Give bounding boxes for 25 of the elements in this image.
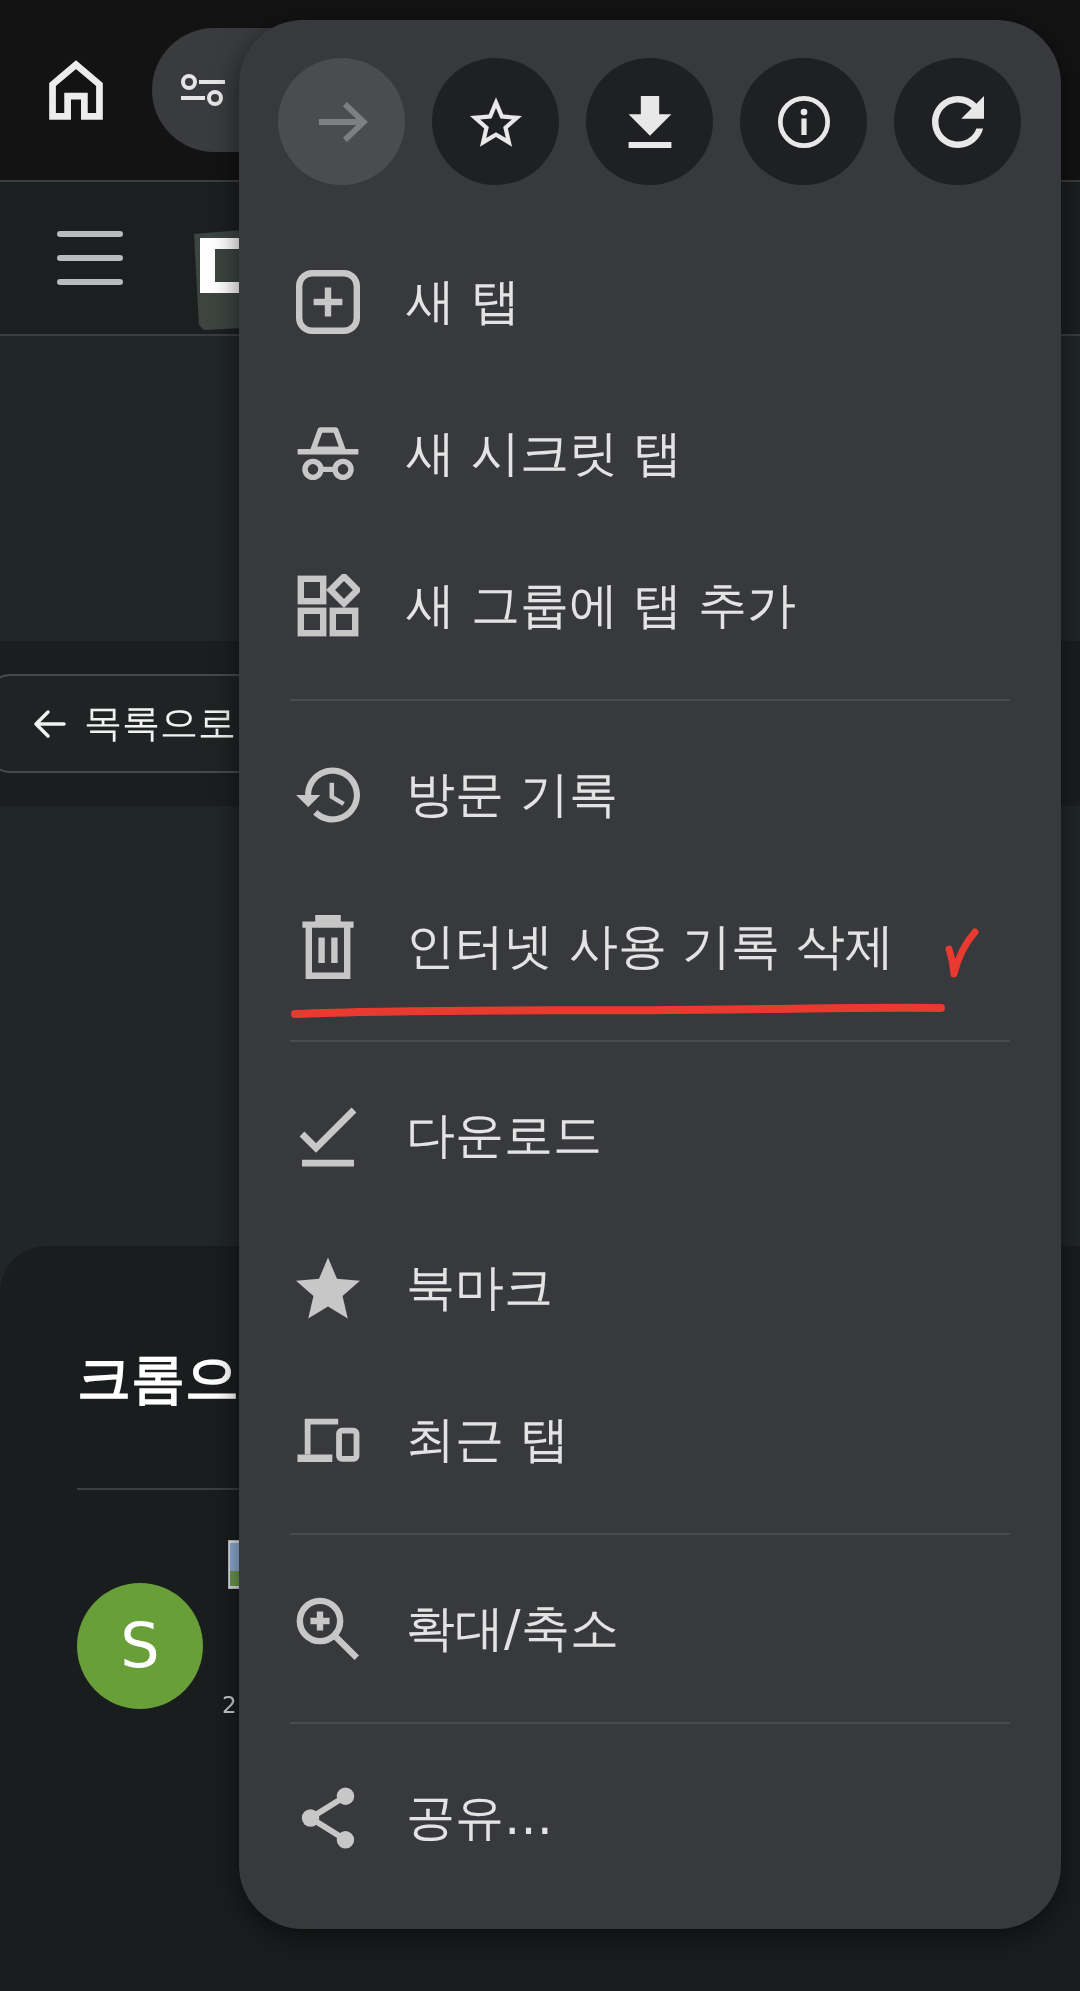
menu-item[interactable]: 북마크 xyxy=(239,1212,1061,1364)
menu-item[interactable]: 인터넷 사용 기록 삭제 xyxy=(239,871,1061,1023)
info-icon xyxy=(777,95,830,148)
menu-item[interactable]: 새 그룹에 탭 추가 xyxy=(239,530,1061,682)
image-icon xyxy=(228,1540,240,1589)
post-title: 크롬으 xyxy=(77,1346,239,1412)
arrow-left-icon xyxy=(32,708,66,739)
menu-item[interactable]: 다운로드 xyxy=(239,1060,1061,1212)
avatar: S xyxy=(77,1583,203,1709)
shapes-grid-icon xyxy=(296,574,360,638)
reload-icon xyxy=(931,95,984,148)
menu-item[interactable]: 최근 탭 xyxy=(239,1364,1061,1516)
menu-item[interactable]: 확대/축소 xyxy=(239,1553,1061,1705)
star-icon xyxy=(296,1256,360,1320)
plus-box-icon xyxy=(296,270,360,334)
zoom-in-icon xyxy=(296,1597,360,1661)
menu-icon[interactable] xyxy=(57,231,123,285)
star-outline-icon xyxy=(469,95,522,148)
post-meta: 2 xyxy=(222,1691,237,1719)
home-icon[interactable] xyxy=(48,60,104,120)
menu-item[interactable]: 방문 기록 xyxy=(239,719,1061,871)
menu-item[interactable]: 새 시크릿 탭 xyxy=(239,378,1061,530)
tune-icon xyxy=(179,74,227,106)
menu-item[interactable]: 공유… xyxy=(239,1742,1061,1894)
menu-item[interactable]: 새 탭 xyxy=(239,226,1061,378)
